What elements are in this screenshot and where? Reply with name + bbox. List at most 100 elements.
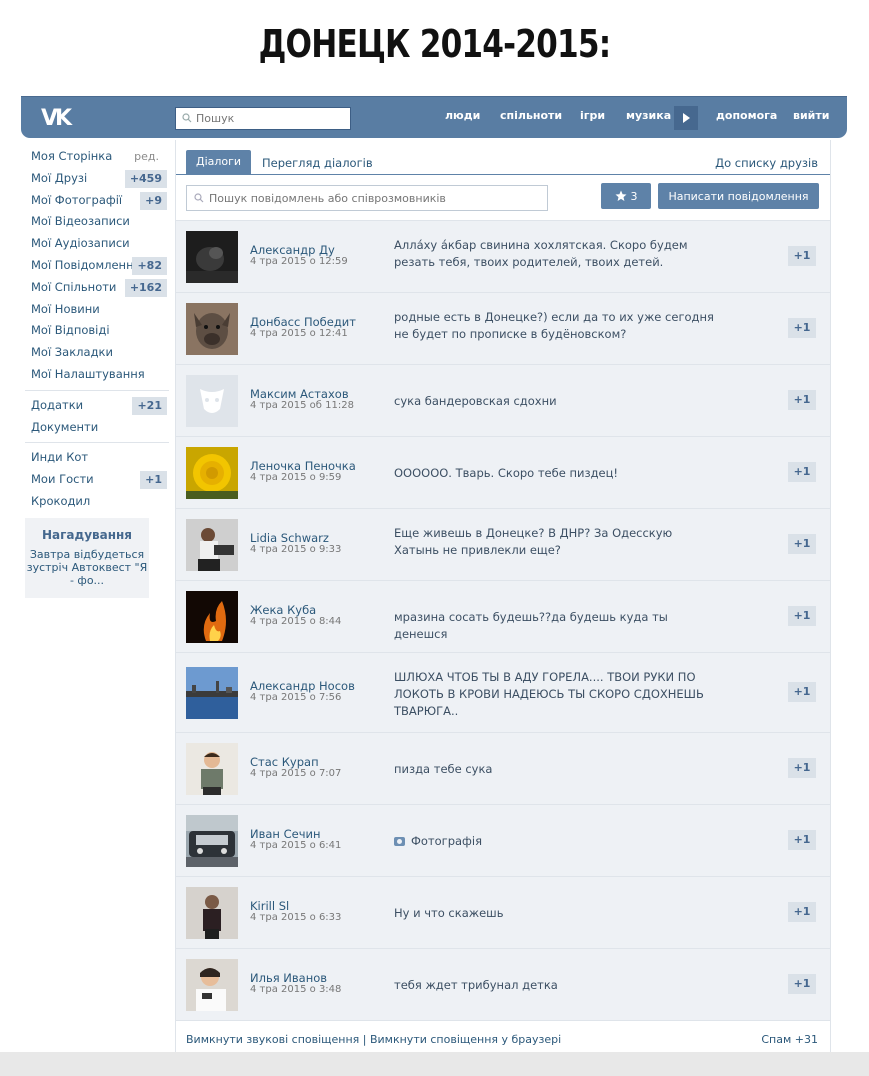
sender-name[interactable]: Александр Носов [250,679,355,693]
dialog-row[interactable]: Леночка Пеночка 4 тра 2015 о 9:59 ОООООО. … [176,436,830,508]
message-search-input[interactable] [209,186,543,210]
sidebar-item-documents[interactable]: Документи [25,417,169,439]
message-text[interactable]: сука бандеровская сдохни [394,393,714,410]
sidebar-item-photos[interactable]: Мої Фотографії +9 [25,190,169,212]
avatar[interactable] [186,231,238,283]
message-date: 4 тра 2015 о 3:48 [250,984,342,995]
dialog-row[interactable]: Kirill Sl 4 тра 2015 о 6:33 Ну и что скаже… [176,876,830,948]
sidebar-item-news[interactable]: Мої Новини [25,299,169,321]
avatar[interactable] [186,375,238,427]
reminder-box[interactable]: Нагадування Завтра відбудеться зустріч А… [25,518,149,598]
vk-window: VK люди спільноти ігри музика допомога в… [0,96,869,1076]
sidebar-item-apps[interactable]: Додатки +21 [25,395,169,417]
sidebar-item-replies[interactable]: Мої Відповіді [25,320,169,342]
message-date: 4 тра 2015 об 11:28 [250,400,354,411]
sidebar-item-label: Документи [31,419,99,434]
sender-name[interactable]: Илья Иванов [250,971,327,985]
avatar[interactable] [186,303,238,355]
nav-help[interactable]: допомога [716,109,777,122]
sidebar-item-label: Додатки [31,397,84,412]
count-badge: +1 [140,471,167,490]
dialog-row[interactable]: Илья Иванов 4 тра 2015 о 3:48 тебя ждет тр… [176,948,830,1020]
message-text[interactable]: родные есть в Донецке?) если да то их уж… [394,309,714,343]
edit-link[interactable]: ред. [134,146,159,168]
sender-name[interactable]: Kirill Sl [250,899,289,913]
sidebar-item-videos[interactable]: Мої Відеозаписи [25,211,169,233]
sidebar-divider [25,389,169,391]
message-date: 4 тра 2015 о 7:07 [250,768,342,779]
tab-view-dialogs[interactable]: Перегляд діалогів [262,156,373,170]
sender-name[interactable]: Максим Астахов [250,387,349,401]
avatar[interactable] [186,743,238,795]
starred-button[interactable]: 3 [601,183,651,209]
dialog-row[interactable]: Lidia Schwarz 4 тра 2015 о 9:33 Еще живешь… [176,508,830,580]
sender-name[interactable]: Донбасс Победит [250,315,356,329]
unread-badge: +1 [788,606,816,626]
message-text[interactable]: ШЛЮХА ЧТОБ ТЫ В АДУ ГОРЕЛА.... ТВОИ РУКИ… [394,669,714,720]
avatar[interactable] [186,519,238,571]
sidebar-item-settings[interactable]: Мої Налаштування [25,364,169,386]
messages-panel: Діалоги Перегляд діалогів До списку друз… [175,140,831,1076]
avatar[interactable] [186,667,238,719]
message-text[interactable]: пизда тебе сука [394,761,714,778]
message-text[interactable]: мразина сосать будешь??да будешь куда ты… [394,609,714,643]
sidebar-item-audio[interactable]: Мої Аудіозаписи [25,233,169,255]
sidebar-divider [25,442,169,444]
sidebar-item-friends[interactable]: Мої Друзі +459 [25,168,169,190]
avatar[interactable] [186,887,238,939]
global-search-input[interactable] [196,108,346,129]
tab-dialogs[interactable]: Діалоги [186,150,252,174]
sidebar-item-communities[interactable]: Мої Спільноти +162 [25,277,169,299]
dialog-row[interactable]: Иван Сечин 4 тра 2015 о 6:41 Фотографія +1 [176,804,830,876]
message-date: 4 тра 2015 о 9:59 [250,472,342,483]
sidebar-item-label: Моя Сторінка [31,149,113,163]
friends-list-link[interactable]: До списку друзів [715,156,818,170]
sender-name[interactable]: Леночка Пеночка [250,459,356,473]
tab-bar: Діалоги Перегляд діалогів До списку друз… [176,140,830,174]
sender-name[interactable]: Иван Сечин [250,827,321,841]
avatar[interactable] [186,591,238,643]
spam-link[interactable]: Спам +31 [761,1033,818,1046]
avatar[interactable] [186,447,238,499]
nav-communities[interactable]: спільноти [500,109,562,122]
dialog-row[interactable]: Стас Курап 4 тра 2015 о 7:07 пизда тебе су… [176,732,830,804]
sender-name[interactable]: Александр Ду [250,243,335,257]
sidebar-item-bookmarks[interactable]: Мої Закладки [25,342,169,364]
nav-games[interactable]: ігри [580,109,605,122]
nav-music[interactable]: музика [626,109,671,122]
message-text[interactable]: Фотографія [394,833,714,850]
nav-people[interactable]: люди [445,109,480,122]
write-message-button[interactable]: Написати повідомлення [658,183,819,209]
avatar[interactable] [186,815,238,867]
message-toolbar: 3 Написати повідомлення [176,174,830,220]
notification-settings[interactable]: Вимкнути звукові сповіщення | Вимкнути с… [186,1033,561,1046]
dialog-row[interactable]: Донбасс Победит 4 тра 2015 о 12:41 родные … [176,292,830,364]
message-date: 4 тра 2015 о 6:33 [250,912,342,923]
sidebar-item-my-page[interactable]: Моя Сторінка ред. [25,146,169,168]
avatar[interactable] [186,959,238,1011]
sender-name[interactable]: Жека Куба [250,603,316,617]
sidebar-item-guests[interactable]: Мои Гости +1 [25,469,169,491]
sender-name[interactable]: Стас Курап [250,755,319,769]
sidebar-item-label: Мої Налаштування [31,366,145,381]
dialog-row[interactable]: Александр Носов 4 тра 2015 о 7:56 ШЛЮХА ЧТ… [176,652,830,732]
message-text[interactable]: Ну и что скажешь [394,905,714,922]
dialog-row[interactable]: Александр Ду 4 тра 2015 о 12:59 Аллáху áкб… [176,220,830,292]
vk-logo[interactable]: VK [35,105,75,131]
sidebar-item-messages[interactable]: Мої Повідомлення +82 [25,255,169,277]
message-search[interactable] [186,185,548,211]
message-text[interactable]: ОООООО. Тварь. Скоро тебе пиздец! [394,465,714,482]
message-text[interactable]: тебя ждет трибунал детка [394,977,714,994]
dialog-row[interactable]: Максим Астахов 4 тра 2015 об 11:28 сука ба… [176,364,830,436]
message-text[interactable]: Аллáху áкбар свинина хохлятская. Скоро б… [394,237,714,271]
nav-logout[interactable]: вийти [793,109,829,122]
global-search[interactable] [175,107,351,130]
message-text[interactable]: Еще живешь в Донецке? В ДНР? За Одесскую… [394,525,714,559]
play-button[interactable] [674,106,698,130]
sidebar-item-indi-kot[interactable]: Инди Кот [25,447,169,469]
dialog-row[interactable]: Жека Куба 4 тра 2015 о 8:44 мразина сосать… [176,580,830,652]
message-text-content: пизда тебе сука [394,762,493,776]
sidebar-item-crocodile[interactable]: Крокодил [25,491,169,513]
sender-name[interactable]: Lidia Schwarz [250,531,329,545]
message-date: 4 тра 2015 о 7:56 [250,692,342,703]
